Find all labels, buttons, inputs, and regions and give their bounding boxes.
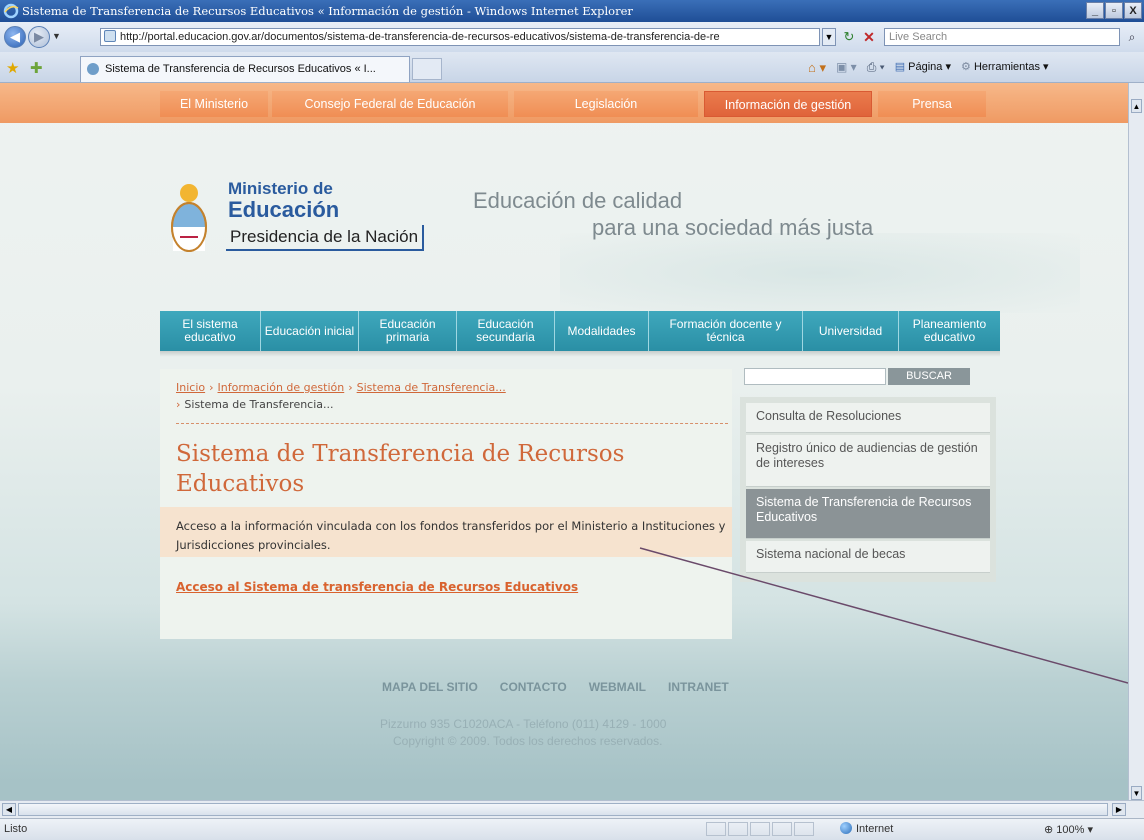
close-button[interactable]: X [1124,2,1142,19]
annotation-arrow [639,547,1128,684]
tab-bar: ★ ✚ Sistema de Transferencia de Recursos… [0,52,1144,83]
address-input[interactable]: http://portal.educacion.gov.ar/documento… [100,28,820,46]
search-icon[interactable]: ⌕ [1122,28,1142,46]
window-title: Sistema de Transferencia de Recursos Edu… [22,4,633,18]
stop-icon[interactable]: ✕ [860,28,878,46]
feeds-icon[interactable]: ▣ ▾ [836,60,857,76]
scroll-up-icon[interactable]: ▲ [1131,99,1142,113]
add-favorites-icon[interactable]: ✚ [30,59,43,77]
forward-button[interactable]: ▶ [28,26,50,48]
new-tab-button[interactable] [412,58,442,80]
status-panel [794,822,814,836]
print-icon[interactable]: ⎙ ▾ [867,60,885,76]
scroll-down-icon[interactable]: ▼ [1131,786,1142,800]
page-menu-label: Página [908,61,943,73]
status-panel [750,822,770,836]
window-title-bar: Sistema de Transferencia de Recursos Edu… [0,0,1144,22]
globe-icon [840,822,852,834]
home-icon[interactable]: ⌂ ▾ [808,60,826,76]
address-dropdown-icon[interactable]: ▼ [822,28,836,46]
gear-icon: ⚙ [961,61,971,73]
tab-favicon-icon [87,63,99,75]
zone-label: Internet [856,823,894,835]
page-menu[interactable]: ▤ Página ▾ [895,60,951,76]
tools-menu-label: Herramientas [973,61,1040,73]
status-panel [772,822,792,836]
refresh-icon[interactable]: ↻ [840,28,858,46]
zoom-value: 100% [1056,824,1085,836]
minimize-button[interactable]: _ [1086,2,1104,19]
page-icon [104,30,116,42]
security-zone[interactable]: Internet [840,822,893,835]
favorites-star-icon[interactable]: ★ [6,59,19,77]
scroll-left-icon[interactable]: ◀ [2,803,16,816]
address-toolbar: ◀ ▶ ▼ http://portal.educacion.gov.ar/doc… [0,22,1144,53]
command-bar: ⌂ ▾ ▣ ▾ ⎙ ▾ ▤ Página ▾ ⚙ Herramientas ▾ [808,60,1049,76]
ie-logo-icon [3,3,19,19]
horizontal-scroll-thumb[interactable] [18,803,1108,816]
history-dropdown-icon[interactable]: ▼ [52,31,61,41]
status-panel [728,822,748,836]
status-bar: Listo Internet ⊕ 100% ▾ [0,818,1144,840]
address-url: http://portal.educacion.gov.ar/documento… [120,31,720,43]
restore-button[interactable]: ▫ [1105,2,1123,19]
scroll-right-icon[interactable]: ▶ [1112,803,1126,816]
tools-menu[interactable]: ⚙ Herramientas ▾ [961,60,1049,76]
page-viewport: El Ministerio Consejo Federal de Educaci… [0,83,1128,800]
page-menu-icon: ▤ [894,61,906,73]
tab-label: Sistema de Transferencia de Recursos Edu… [105,63,376,75]
tab-active[interactable]: Sistema de Transferencia de Recursos Edu… [80,56,410,82]
live-search-input[interactable]: Live Search [884,28,1120,46]
horizontal-scrollbar[interactable]: ◀ ▶ [0,800,1144,818]
status-panel [706,822,726,836]
vertical-scrollbar[interactable]: ▲ ▼ [1128,83,1144,800]
back-button[interactable]: ◀ [4,26,26,48]
status-text: Listo [4,823,28,835]
zoom-level[interactable]: ⊕ 100% ▾ [1044,823,1093,836]
